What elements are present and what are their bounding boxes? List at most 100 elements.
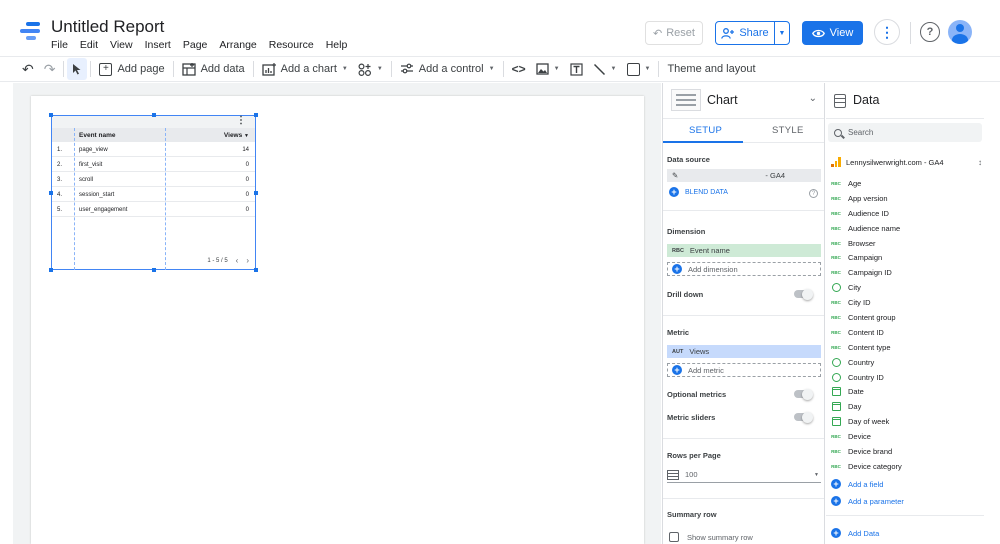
table-chart-type-icon[interactable] bbox=[671, 89, 701, 111]
add-data-button[interactable]: Add data bbox=[177, 58, 250, 80]
resize-handle[interactable] bbox=[254, 268, 258, 272]
resize-handle[interactable] bbox=[49, 268, 53, 272]
table-row[interactable]: 2. first_visit 0 bbox=[52, 157, 255, 172]
share-button[interactable]: Share ▼ bbox=[715, 21, 790, 45]
add-chart-button[interactable]: Add a chart ▼ bbox=[257, 58, 353, 80]
select-pointer-icon[interactable] bbox=[67, 58, 88, 80]
report-canvas: ⋮ Event name Views ▼ 1. page_view 14 2. firs… bbox=[13, 83, 661, 544]
chevron-left-icon[interactable]: ‹ bbox=[236, 256, 239, 265]
undo-icon[interactable]: ↶ bbox=[17, 58, 39, 80]
field-item[interactable]: RBC Campaign bbox=[830, 250, 990, 265]
show-summary-row-option[interactable]: Show summary row bbox=[669, 532, 753, 542]
field-item[interactable]: Date bbox=[830, 384, 990, 399]
chevron-right-icon[interactable]: › bbox=[246, 256, 249, 265]
help-icon[interactable]: ? bbox=[920, 22, 940, 42]
field-item[interactable]: RBC Campaign ID bbox=[830, 265, 990, 280]
field-item[interactable]: Country ID bbox=[830, 370, 990, 385]
blend-data-button[interactable]: + BLEND DATA bbox=[669, 187, 728, 197]
chevron-down-icon[interactable]: ⌄ bbox=[809, 93, 817, 104]
resize-handle[interactable] bbox=[152, 113, 156, 117]
add-metric-label: Add metric bbox=[688, 365, 724, 375]
menu-arrange[interactable]: Arrange bbox=[219, 39, 256, 51]
share-main[interactable]: Share bbox=[716, 22, 775, 44]
embed-code-icon[interactable]: <> bbox=[507, 58, 531, 80]
resize-handle[interactable] bbox=[152, 268, 156, 272]
drill-down-toggle[interactable] bbox=[794, 288, 813, 300]
tab-setup[interactable]: SETUP bbox=[689, 125, 722, 136]
field-item[interactable]: RBC Audience ID bbox=[830, 206, 990, 221]
add-data-footer-button[interactable]: + Add Data bbox=[831, 528, 879, 538]
table-row[interactable]: 1. page_view 14 bbox=[52, 142, 255, 157]
resize-handle[interactable] bbox=[49, 113, 53, 117]
text-box-icon[interactable] bbox=[565, 58, 588, 80]
share-dropdown-icon[interactable]: ▼ bbox=[775, 30, 789, 37]
view-button[interactable]: View bbox=[802, 21, 863, 45]
field-item[interactable]: RBC Content type bbox=[830, 340, 990, 355]
column-header-views[interactable]: Views ▼ bbox=[224, 132, 249, 139]
resize-handle[interactable] bbox=[254, 113, 258, 117]
report-title[interactable]: Untitled Report bbox=[51, 17, 164, 37]
help-icon[interactable]: ? bbox=[809, 189, 818, 198]
data-source-header[interactable]: Lennysilwerwright.com - GA4 ↕ bbox=[831, 155, 985, 169]
redo-icon[interactable]: ↷ bbox=[39, 58, 61, 80]
metric-chip[interactable]: AUT Views bbox=[667, 345, 821, 358]
field-item[interactable]: RBC Age bbox=[830, 176, 990, 191]
add-parameter-button[interactable]: + Add a parameter bbox=[831, 496, 904, 506]
field-item[interactable]: RBC Device brand bbox=[830, 444, 990, 459]
add-control-button[interactable]: Add a control ▼ bbox=[395, 58, 500, 80]
field-item[interactable]: RBC App version bbox=[830, 191, 990, 206]
field-item[interactable]: Country bbox=[830, 355, 990, 370]
add-metric-button[interactable]: + Add metric bbox=[667, 363, 821, 377]
community-viz-button[interactable]: ▼ bbox=[353, 58, 388, 80]
show-summary-row-checkbox[interactable] bbox=[669, 532, 679, 542]
field-item[interactable]: City bbox=[830, 280, 990, 295]
add-page-button[interactable]: + Add page bbox=[94, 58, 169, 80]
line-button[interactable]: ▼ bbox=[588, 58, 622, 80]
table-row[interactable]: 5. user_engagement 0 bbox=[52, 202, 255, 217]
menu-edit[interactable]: Edit bbox=[80, 39, 98, 51]
table-row[interactable]: 3. scroll 0 bbox=[52, 172, 255, 187]
field-item[interactable]: RBC Content group bbox=[830, 310, 990, 325]
add-field-button[interactable]: + Add a field bbox=[831, 479, 883, 489]
menu-file[interactable]: File bbox=[51, 39, 68, 51]
field-search[interactable]: Search bbox=[828, 123, 982, 142]
image-button[interactable]: ▼ bbox=[531, 58, 565, 80]
field-item[interactable]: RBC Device category bbox=[830, 459, 990, 474]
theme-layout-button[interactable]: Theme and layout bbox=[662, 58, 760, 80]
column-header-event-name[interactable]: Event name bbox=[79, 132, 116, 139]
add-dimension-button[interactable]: + Add dimension bbox=[667, 262, 821, 276]
menu-view[interactable]: View bbox=[110, 39, 133, 51]
tab-style[interactable]: STYLE bbox=[772, 125, 804, 136]
collapse-icon[interactable]: ↕ bbox=[978, 158, 982, 167]
metric-sliders-toggle[interactable] bbox=[794, 411, 813, 423]
avatar[interactable] bbox=[948, 20, 972, 44]
resize-handle[interactable] bbox=[254, 191, 258, 195]
report-page[interactable]: ⋮ Event name Views ▼ 1. page_view 14 2. firs… bbox=[31, 96, 644, 544]
chart-options-icon[interactable]: ⋮ bbox=[236, 115, 246, 126]
rows-per-page-select[interactable]: 100 ▼ bbox=[667, 467, 821, 483]
field-item[interactable]: RBC Content ID bbox=[830, 325, 990, 340]
field-item[interactable]: RBC Device bbox=[830, 429, 990, 444]
looker-studio-logo-icon[interactable] bbox=[20, 22, 42, 44]
field-item[interactable]: RBC Browser bbox=[830, 236, 990, 251]
menu-insert[interactable]: Insert bbox=[145, 39, 171, 51]
table-row[interactable]: 4. session_start 0 bbox=[52, 187, 255, 202]
menu-page[interactable]: Page bbox=[183, 39, 208, 51]
menu-help[interactable]: Help bbox=[326, 39, 348, 51]
search-input[interactable]: Search bbox=[848, 128, 873, 137]
more-options-icon[interactable]: ⋮ bbox=[874, 19, 900, 45]
reset-button[interactable]: ↶ Reset bbox=[645, 21, 703, 45]
field-item[interactable]: Day of week bbox=[830, 414, 990, 429]
shape-button[interactable]: ▼ bbox=[622, 58, 656, 80]
field-item[interactable]: Day bbox=[830, 399, 990, 414]
menu-resource[interactable]: Resource bbox=[269, 39, 314, 51]
field-label: Day of week bbox=[848, 417, 890, 427]
data-source-selector[interactable]: ✎ - GA4 bbox=[667, 169, 821, 182]
pencil-icon[interactable]: ✎ bbox=[672, 171, 678, 180]
field-item[interactable]: RBC City ID bbox=[830, 295, 990, 310]
optional-metrics-toggle[interactable] bbox=[794, 388, 813, 400]
resize-handle[interactable] bbox=[49, 191, 53, 195]
dimension-chip[interactable]: RBC Event name bbox=[667, 244, 821, 257]
table-chart[interactable]: ⋮ Event name Views ▼ 1. page_view 14 2. firs… bbox=[49, 113, 258, 272]
field-item[interactable]: RBC Audience name bbox=[830, 221, 990, 236]
